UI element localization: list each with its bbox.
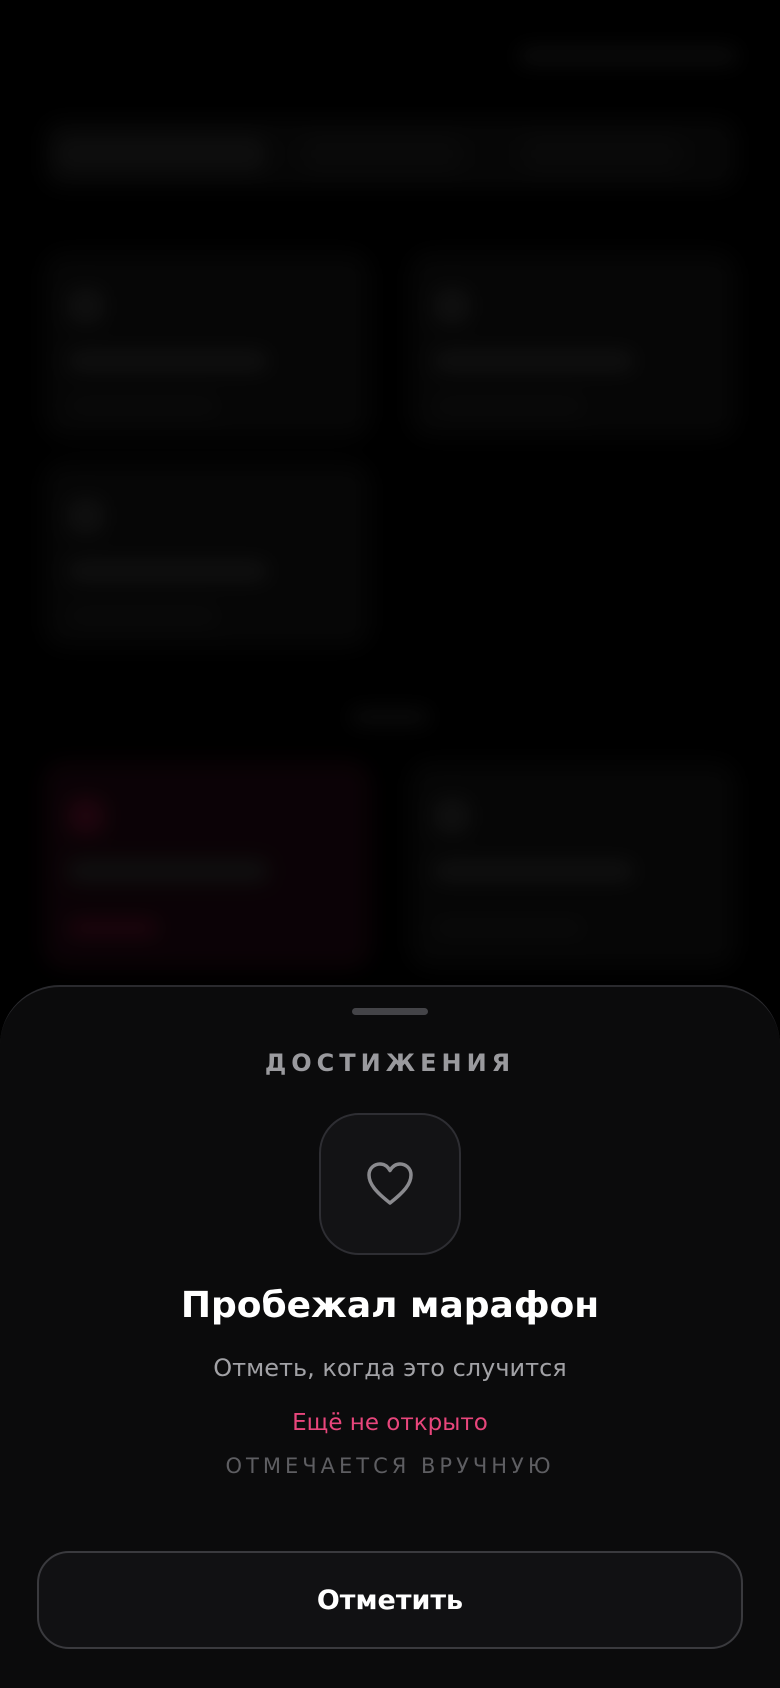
background-tab (302, 136, 462, 172)
background-card (42, 250, 372, 440)
background-section-label (350, 708, 430, 726)
sheet-grab-handle[interactable] (352, 1008, 428, 1015)
blurred-background (0, 0, 780, 1000)
background-header-action (518, 46, 738, 66)
achievement-mode-label: ОТМЕЧАЕТСЯ ВРУЧНУЮ (225, 1454, 555, 1478)
background-card (408, 760, 738, 970)
background-tabs (42, 118, 738, 190)
achievement-title: Пробежал марафон (180, 1285, 600, 1326)
heart-outline-icon (367, 1162, 413, 1205)
background-tab (522, 136, 682, 172)
achievement-description: Отметь, когда это случится (213, 1354, 567, 1382)
achievement-status: Ещё не открыто (292, 1410, 488, 1436)
background-card (408, 250, 738, 440)
background-tab-active (56, 136, 266, 172)
screen: ДОСТИЖЕНИЯ Пробежал марафон Отметь, когд… (0, 0, 780, 1688)
background-card (42, 460, 372, 650)
achievement-sheet: ДОСТИЖЕНИЯ Пробежал марафон Отметь, когд… (0, 985, 780, 1688)
background-card (42, 760, 372, 970)
background-header (34, 42, 324, 72)
mark-achievement-button[interactable]: Отметить (37, 1551, 743, 1649)
sheet-section-title: ДОСТИЖЕНИЯ (264, 1049, 516, 1077)
achievement-badge (319, 1113, 461, 1255)
